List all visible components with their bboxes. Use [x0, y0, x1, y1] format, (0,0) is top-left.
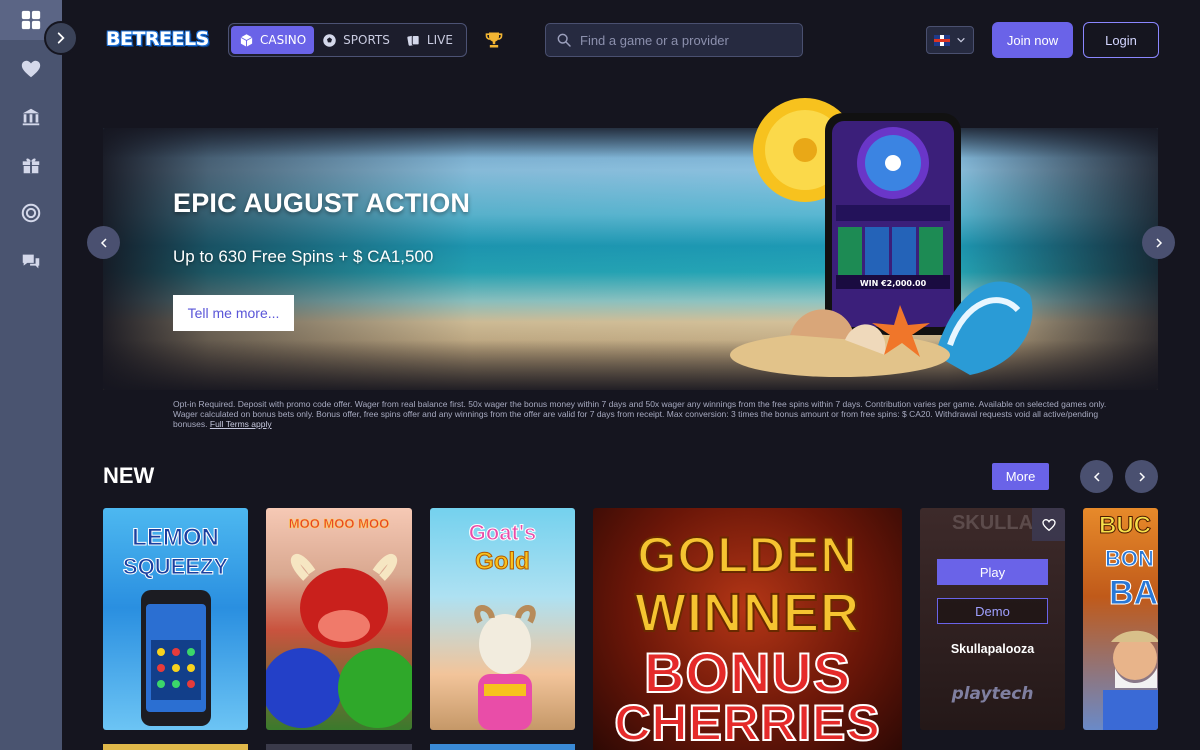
bank-icon[interactable] [18, 104, 44, 130]
cards-icon [407, 34, 420, 46]
chevron-right-icon [1155, 237, 1162, 248]
language-selector[interactable] [926, 26, 974, 54]
game-title-line3: BA [1109, 574, 1159, 613]
goat-illustration [474, 605, 536, 730]
bulls-illustration [266, 554, 412, 728]
search-box[interactable] [545, 23, 803, 57]
game-title-line2: SQUEEZY [122, 554, 229, 580]
grid-icon[interactable] [18, 7, 44, 33]
provider-logo: playtech [951, 684, 1034, 704]
game-title-line2: BON [1105, 546, 1155, 572]
soccer-ball-icon [323, 33, 336, 47]
more-button[interactable]: More [992, 463, 1049, 490]
hero-subtitle: Up to 630 Free Spins + $ CA1,500 [173, 247, 434, 266]
full-terms-link[interactable]: Full Terms apply [210, 419, 272, 429]
sidebar-expand-button[interactable] [44, 21, 78, 55]
chevron-left-icon [1093, 471, 1100, 482]
tab-sports[interactable]: SPORTS [314, 26, 398, 54]
game-tile-golden-winner-bonus-cherries[interactable]: GOLDEN WINNER BONUS CHERRIES [593, 508, 902, 750]
search-input[interactable] [580, 32, 790, 48]
search-icon [557, 33, 571, 47]
promo-disclaimer: Opt-in Required. Deposit with promo code… [173, 399, 1118, 429]
trophy-icon[interactable] [484, 30, 504, 54]
tab-casino-label: CASINO [260, 33, 307, 47]
hero-prev-button[interactable] [87, 226, 120, 259]
game-title-line1: BUC [1099, 512, 1152, 540]
next-row-tile-edge [266, 744, 412, 750]
chevron-left-icon [100, 237, 107, 248]
tab-live-label: LIVE [426, 33, 453, 47]
target-icon[interactable] [18, 200, 44, 226]
chat-icon[interactable] [18, 248, 44, 274]
hero-slot-phone-illustration: WIN €2,000.00 [730, 98, 1033, 377]
game-title-line1: GOLDEN [637, 526, 858, 584]
uk-flag-icon [934, 34, 950, 46]
next-row-tile-edge [430, 744, 575, 750]
row-next-button[interactable] [1125, 460, 1158, 493]
phone-image [141, 590, 211, 726]
game-tile-skullapalooza[interactable]: SKULLA Play Demo Skullapalooza playtech [920, 508, 1065, 730]
game-tile-lemon-squeezy[interactable]: LEMON SQUEEZY [103, 508, 248, 730]
game-title-line2: WINNER [634, 582, 860, 644]
tab-casino[interactable]: CASINO [231, 26, 315, 54]
game-title-line1: LEMON [132, 524, 220, 552]
favorite-button[interactable] [1032, 508, 1065, 541]
hero-title: EPIC AUGUST ACTION [173, 188, 471, 218]
game-tile-partial[interactable]: BUC BON BA [1083, 508, 1158, 730]
game-title: MOO MOO MOO [288, 516, 390, 532]
game-title-line2: Gold [475, 548, 531, 576]
game-tile-moo-moo-moo[interactable]: MOO MOO MOO [266, 508, 412, 730]
section-title-new: NEW [103, 463, 155, 488]
chevron-right-icon [1138, 471, 1145, 482]
gift-icon[interactable] [18, 152, 44, 178]
demo-button[interactable]: Demo [937, 598, 1048, 624]
fisherman-illustration [1103, 630, 1158, 730]
hero-next-button[interactable] [1142, 226, 1175, 259]
tab-live[interactable]: LIVE [398, 26, 461, 54]
join-now-button[interactable]: Join now [992, 22, 1073, 58]
play-button[interactable]: Play [937, 559, 1048, 585]
game-title-line4: CHERRIES [613, 694, 881, 750]
hero-cta-button[interactable]: Tell me more... [173, 295, 294, 331]
heart-outline-icon [1041, 518, 1056, 531]
brand-logo[interactable]: BETREELS [106, 28, 209, 50]
sidebar [0, 0, 62, 750]
chevron-right-icon [57, 32, 65, 44]
phone-win-text: WIN €2,000.00 [860, 279, 927, 288]
game-title-line1: Goat's [468, 520, 537, 546]
dice-icon [240, 33, 253, 47]
heart-icon[interactable] [18, 56, 44, 82]
disclaimer-text: Opt-in Required. Deposit with promo code… [173, 399, 1107, 429]
game-name: Skullapalooza [950, 642, 1035, 656]
row-prev-button[interactable] [1080, 460, 1113, 493]
next-row-tile-edge [103, 744, 248, 750]
game-tile-goats-gold[interactable]: Goat's Gold [430, 508, 575, 730]
mode-tabs: CASINO SPORTS LIVE [228, 23, 467, 57]
login-button[interactable]: Login [1083, 22, 1159, 58]
tab-sports-label: SPORTS [343, 33, 390, 47]
chevron-down-icon [957, 37, 965, 43]
